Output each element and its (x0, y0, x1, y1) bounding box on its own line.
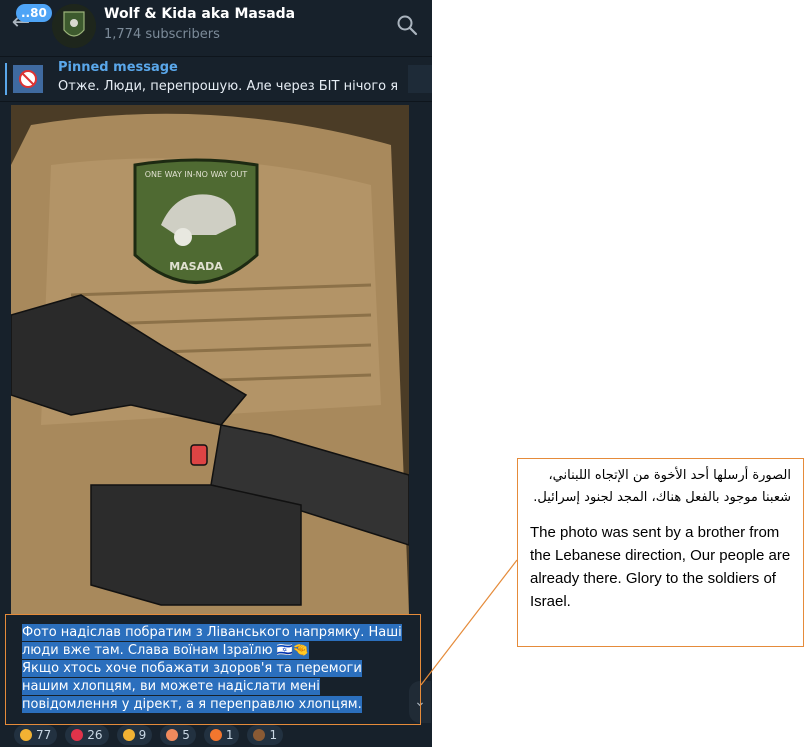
fire-icon (209, 729, 222, 741)
thumbs-up-icon (122, 729, 135, 741)
reaction-thumbs-up[interactable]: 9 (116, 725, 153, 745)
english-translation: The photo was sent by a brother from the… (530, 524, 791, 610)
pinned-message-bar[interactable]: Pinned message Отже. Люди, перепрошую. А… (0, 57, 432, 102)
reaction-smiling-hearts[interactable]: 5 (160, 725, 196, 745)
pinned-indicator (5, 63, 7, 95)
smiling-hearts-icon (166, 729, 179, 741)
channel-avatar[interactable] (52, 4, 96, 48)
unread-badge: ..80 (16, 4, 52, 22)
channel-title[interactable]: Wolf & Kida aka Masada (104, 6, 295, 22)
pinned-list-icon[interactable] (408, 65, 432, 93)
patch-name: MASADA (169, 260, 223, 273)
subscriber-count: 1,774 subscribers (104, 27, 220, 42)
reactions-bar: 77 26 9 5 1 1 (14, 724, 424, 746)
pinned-thumbnail (13, 65, 43, 93)
caption-highlight-box (5, 614, 421, 725)
translation-callout: الصورة أرسلها أحد الأخوة من الإتجاه اللب… (517, 458, 804, 647)
masada-patch: ONE WAY IN-NO WAY OUT MASADA (133, 158, 259, 284)
pinned-title: Pinned message (58, 60, 178, 75)
reaction-heart[interactable]: 26 (65, 725, 109, 745)
search-icon[interactable] (394, 12, 420, 38)
patch-motto: ONE WAY IN-NO WAY OUT (145, 170, 248, 179)
arabic-translation: الصورة أرسلها أحد الأخوة من الإتجاه اللب… (533, 468, 791, 505)
pinned-text: Отже. Люди, перепрошую. Але через БІТ ні… (58, 79, 403, 94)
reaction-poop[interactable]: 1 (247, 725, 284, 745)
chat-header: ← ..80 Wolf & Kida aka Masada 1,774 subs… (0, 0, 432, 57)
reaction-fire[interactable]: 1 (203, 725, 240, 745)
pray-icon (20, 729, 32, 741)
heart-icon (71, 729, 84, 741)
reaction-pray[interactable]: 77 (14, 725, 58, 745)
message-photo[interactable]: ONE WAY IN-NO WAY OUT MASADA (11, 105, 409, 615)
poop-icon (253, 729, 266, 741)
